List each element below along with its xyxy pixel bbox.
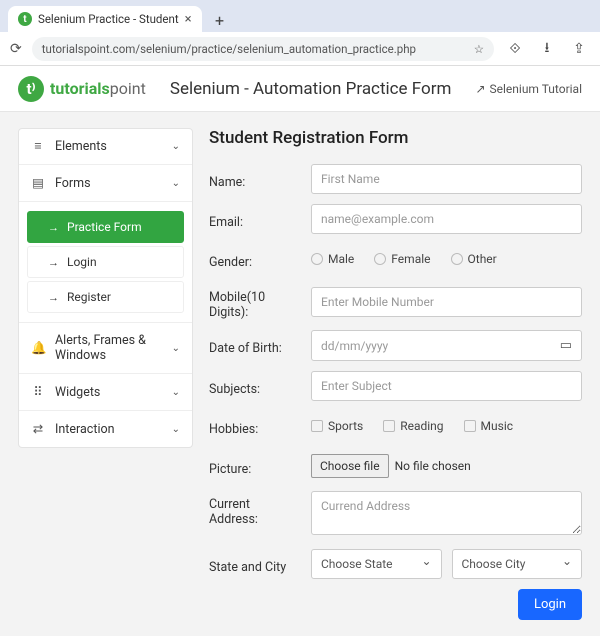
sidebar-item-elements[interactable]: ≡ Elements ⌄ (19, 129, 192, 165)
radio-icon (311, 253, 323, 265)
gender-options: Male Female Other (311, 252, 582, 266)
sidebar: ≡ Elements ⌄ ▤ Forms ⌄ → Practice Form →… (18, 128, 193, 448)
hobbies-label: Hobbies: (209, 416, 299, 437)
gender-option-female[interactable]: Female (374, 252, 430, 266)
sidebar-item-interaction[interactable]: ⇄ Interaction ⌄ (19, 411, 192, 447)
mobile-label: Mobile(10 Digits): (209, 284, 299, 320)
gender-option-male[interactable]: Male (311, 252, 354, 266)
interaction-icon: ⇄ (31, 421, 45, 437)
name-label: Name: (209, 169, 299, 190)
download-icon[interactable]: ⭳ (536, 37, 558, 61)
checkbox-icon (311, 420, 323, 432)
arrow-right-icon: → (48, 256, 59, 269)
browser-tab-active[interactable]: t Selenium Practice - Student × (8, 6, 202, 32)
dob-input[interactable]: dd/mm/yyyy ▭ (311, 330, 582, 361)
chevron-down-icon: ⌄ (172, 387, 180, 398)
gender-label: Gender: (209, 249, 299, 270)
sidebar-item-widgets[interactable]: ⠿ Widgets ⌄ (19, 374, 192, 411)
address-label: Current Address: (209, 491, 299, 527)
sidebar-item-label: Elements (55, 139, 107, 154)
page-title: Selenium - Automation Practice Form (160, 79, 462, 99)
close-tab-icon[interactable]: × (185, 12, 192, 27)
subjects-input[interactable] (311, 371, 582, 401)
new-tab-button[interactable]: + (208, 8, 232, 32)
sidebar-sub-register[interactable]: → Register (27, 281, 184, 313)
tutorial-link[interactable]: ↗ Selenium Tutorial (475, 82, 582, 96)
radio-icon (451, 253, 463, 265)
sidebar-sub-practice-form[interactable]: → Practice Form (27, 211, 184, 243)
hobbies-options: Sports Reading Music (311, 419, 582, 433)
elements-icon: ≡ (31, 139, 45, 154)
arrow-right-icon: → (48, 221, 59, 234)
state-select[interactable]: Choose State (311, 549, 442, 579)
sidebar-item-alerts[interactable]: 🔔 Alerts, Frames & Windows ⌄ (19, 323, 192, 374)
browser-tab-bar: t Selenium Practice - Student × + (0, 0, 600, 32)
sidebar-item-label: Register (67, 290, 111, 304)
sidebar-item-label: Interaction (55, 422, 115, 437)
chevron-down-icon: ⌄ (172, 141, 180, 152)
name-input[interactable] (311, 164, 582, 194)
login-button[interactable]: Login (518, 589, 582, 620)
bookmark-star-icon[interactable]: ☆ (474, 42, 484, 56)
external-link-icon: ↗ (475, 82, 485, 96)
subjects-label: Subjects: (209, 376, 299, 397)
reload-icon[interactable]: ⟳ (10, 41, 22, 57)
chevron-down-icon: ⌄ (172, 178, 180, 189)
arrow-right-icon: → (48, 291, 59, 304)
tab-title: Selenium Practice - Student (38, 12, 179, 26)
chevron-down-icon: ⌄ (172, 343, 180, 354)
hobby-option-sports[interactable]: Sports (311, 419, 363, 433)
choose-file-button[interactable]: Choose file (311, 454, 389, 478)
hobby-option-music[interactable]: Music (464, 419, 513, 433)
browser-address-bar: ⟳ tutorialspoint.com/selenium/practice/s… (0, 32, 600, 66)
sidebar-item-label: Alerts, Frames & Windows (55, 333, 162, 363)
chevron-down-icon: ⌄ (172, 424, 180, 435)
favicon-icon: t (18, 12, 32, 26)
picture-label: Picture: (209, 456, 299, 477)
sidebar-item-label: Forms (55, 176, 91, 191)
email-label: Email: (209, 209, 299, 230)
site-logo[interactable]: t⁾ tutorialspoint (18, 76, 146, 102)
file-status-text: No file chosen (395, 459, 471, 473)
dob-label: Date of Birth: (209, 335, 299, 356)
hobby-option-reading[interactable]: Reading (383, 419, 443, 433)
forms-icon: ▤ (31, 175, 45, 191)
sidebar-item-forms[interactable]: ▤ Forms ⌄ (19, 165, 192, 202)
widgets-icon: ⠿ (31, 384, 45, 400)
sidebar-item-label: Login (67, 255, 97, 269)
calendar-icon[interactable]: ▭ (560, 338, 572, 353)
main-content: ≡ Elements ⌄ ▤ Forms ⌄ → Practice Form →… (0, 112, 600, 636)
email-input[interactable] (311, 204, 582, 234)
extensions-icon[interactable]: ⟐ (504, 41, 526, 57)
sidebar-forms-subitems: → Practice Form → Login → Register (19, 202, 192, 323)
share-icon[interactable]: ⇪ (568, 41, 590, 57)
form-panel: Student Registration Form Name: Email: G… (209, 128, 582, 620)
checkbox-icon (383, 420, 395, 432)
url-text: tutorialspoint.com/selenium/practice/sel… (42, 42, 416, 56)
site-header: t⁾ tutorialspoint Selenium - Automation … (0, 66, 600, 112)
city-select[interactable]: Choose City (452, 549, 583, 579)
radio-icon (374, 253, 386, 265)
logo-mark-icon: t⁾ (18, 76, 44, 102)
mobile-input[interactable] (311, 287, 582, 317)
address-input[interactable] (311, 491, 582, 535)
checkbox-icon (464, 420, 476, 432)
sidebar-item-label: Practice Form (67, 220, 142, 234)
gender-option-other[interactable]: Other (451, 252, 497, 266)
address-input[interactable]: tutorialspoint.com/selenium/practice/sel… (32, 37, 494, 61)
form-title: Student Registration Form (209, 128, 582, 148)
sidebar-sub-login[interactable]: → Login (27, 246, 184, 278)
sidebar-item-label: Widgets (55, 385, 100, 400)
logo-text: tutorialspoint (50, 79, 146, 98)
bell-icon: 🔔 (31, 341, 45, 356)
